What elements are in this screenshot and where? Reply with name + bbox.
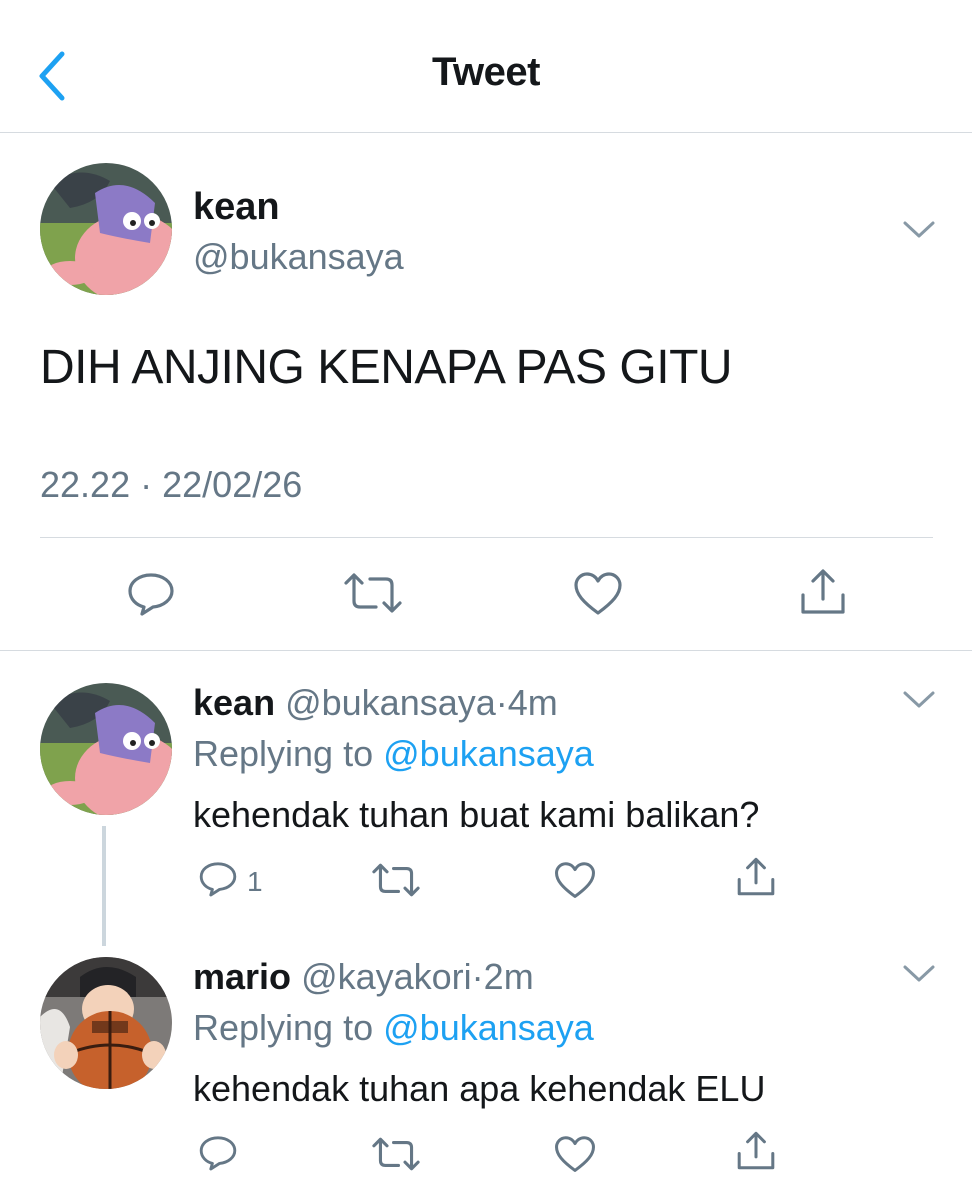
avatar[interactable] <box>40 163 172 295</box>
page-title: Tweet <box>432 50 540 94</box>
chevron-down-icon <box>903 221 935 238</box>
replying-prefix: Replying to <box>193 733 374 774</box>
divider <box>40 537 933 538</box>
chevron-down-icon <box>903 965 935 982</box>
reply-text: kehendak tuhan buat kami balikan? <box>193 794 760 835</box>
replying-prefix: Replying to <box>193 1007 374 1048</box>
retweet-button[interactable] <box>372 862 420 898</box>
retweet-icon <box>372 863 420 897</box>
reply-age: 2m <box>483 956 534 997</box>
meta-separator: · <box>140 464 153 505</box>
share-icon <box>737 1131 775 1170</box>
avatar-image <box>40 957 172 1089</box>
like-button[interactable] <box>554 861 596 900</box>
share-icon <box>737 857 775 896</box>
reply-button[interactable] <box>198 1134 238 1172</box>
top-nav-bar: Tweet <box>0 0 972 133</box>
tweet-timestamp: 22.22 · 22/02/26 <box>40 464 302 506</box>
reply-button[interactable] <box>198 860 238 898</box>
replying-to: Replying to @bukansaya <box>193 733 594 775</box>
like-icon <box>555 862 595 898</box>
reply-author-name[interactable]: mario <box>193 956 291 997</box>
divider <box>0 650 972 651</box>
replying-to: Replying to @bukansaya <box>193 1007 594 1049</box>
chevron-down-icon <box>903 691 935 708</box>
reply-icon <box>128 573 174 616</box>
author-handle[interactable]: @bukansaya <box>193 236 404 278</box>
reply-button[interactable] <box>126 571 176 617</box>
avatar[interactable] <box>40 957 172 1089</box>
avatar-image <box>40 683 172 815</box>
share-button[interactable] <box>798 567 848 617</box>
tweet-options-button[interactable] <box>902 220 936 240</box>
retweet-button[interactable] <box>372 1136 420 1172</box>
like-icon <box>574 572 622 615</box>
share-button[interactable] <box>735 1130 777 1172</box>
replying-mention-link[interactable]: @bukansaya <box>383 1007 594 1048</box>
tweet-date: 22/02/26 <box>162 464 303 505</box>
tweet-text: DIH ANJING KENAPA PAS GITU <box>40 341 733 394</box>
reply-author-name[interactable]: kean <box>193 682 275 723</box>
tweet-time: 22.22 <box>40 464 131 505</box>
like-button[interactable] <box>554 1135 596 1174</box>
like-icon <box>555 1136 595 1172</box>
avatar[interactable] <box>40 683 172 815</box>
like-button[interactable] <box>573 571 623 617</box>
reply-icon <box>199 862 237 897</box>
avatar-image <box>40 163 172 295</box>
reply-text: kehendak tuhan apa kehendak ELU <box>193 1068 766 1109</box>
thread-line <box>102 826 106 946</box>
reply-author-handle[interactable]: @kayakori <box>301 956 472 997</box>
share-icon <box>801 569 845 614</box>
retweet-icon <box>372 1137 420 1171</box>
reply-age: 4m <box>507 682 558 723</box>
reply-icon <box>199 1136 237 1171</box>
reply-header: mario @kayakori·2m <box>193 956 534 998</box>
tweet-options-button[interactable] <box>902 690 936 710</box>
retweet-button[interactable] <box>344 571 402 615</box>
share-button[interactable] <box>735 856 777 898</box>
author-name[interactable]: kean <box>193 186 280 229</box>
tweet-options-button[interactable] <box>902 964 936 984</box>
reply-header: kean @bukansaya·4m <box>193 682 558 724</box>
meta-separator: · <box>495 682 508 723</box>
meta-separator: · <box>471 956 484 997</box>
reply-count: 1 <box>247 866 263 897</box>
replying-mention-link[interactable]: @bukansaya <box>383 733 594 774</box>
reply-author-handle[interactable]: @bukansaya <box>285 682 496 723</box>
retweet-icon <box>344 573 402 613</box>
